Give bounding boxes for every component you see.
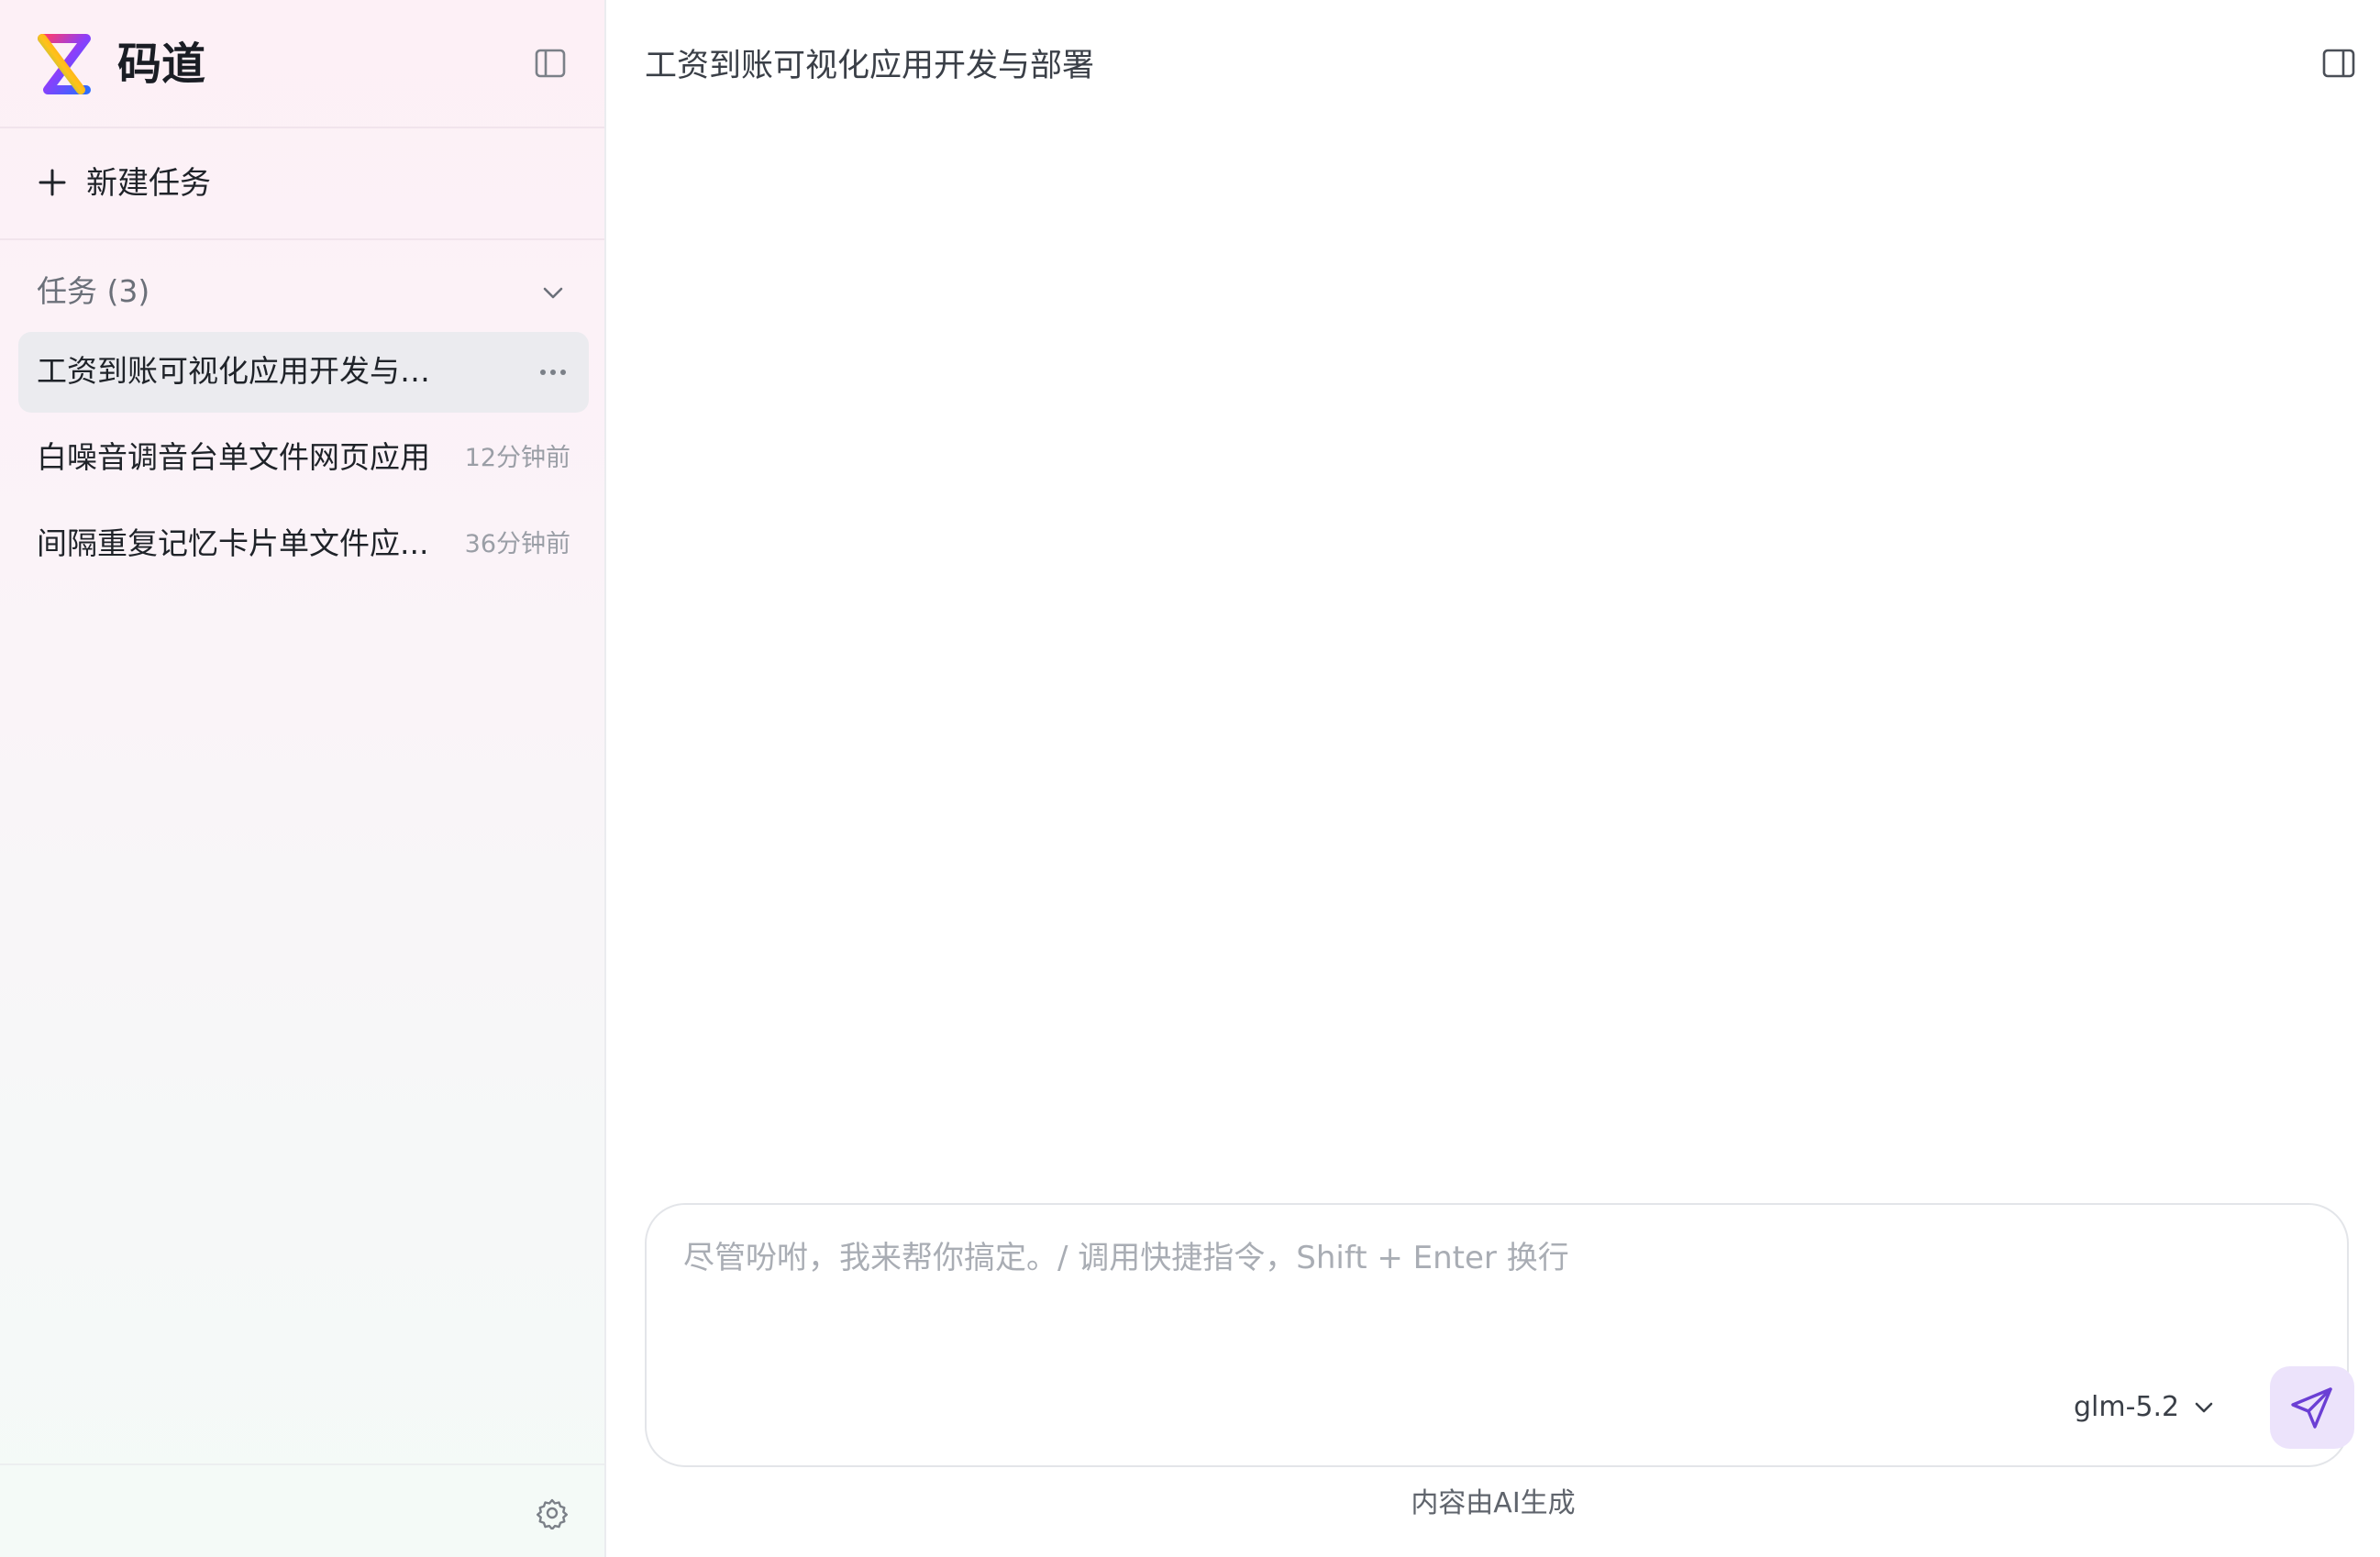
model-selector[interactable]: glm-5.2: [2074, 1383, 2216, 1432]
task-timestamp: 36分钟前: [464, 530, 570, 558]
chevron-down-icon: [543, 287, 563, 299]
send-icon: [2291, 1387, 2332, 1429]
chat-composer: glm-5.2: [645, 1203, 2354, 1467]
brand-name: 码道: [117, 39, 206, 90]
task-list: 工资到账可视化应用开发与部署 白噪音调音台单文件网页应用 12分钟前 间隔重复记…: [18, 332, 589, 591]
app-window: 码道 新建任务 任务 (3) 工资到账可视化应用开发与部署 白噪音调音台单文件网…: [0, 0, 2380, 1557]
sidebar: 码道 新建任务 任务 (3) 工资到账可视化应用开发与部署 白噪音调音台单文件网…: [0, 0, 606, 1557]
task-title: 间隔重复记忆卡片单文件应...: [37, 525, 429, 561]
plus-icon: [39, 169, 66, 196]
sidebar-footer: [0, 1463, 604, 1557]
send-button[interactable]: [2270, 1366, 2354, 1449]
model-selector-label: glm-5.2: [2074, 1391, 2180, 1423]
gear-icon[interactable]: [536, 1496, 569, 1529]
more-horizontal-icon[interactable]: [539, 363, 567, 381]
brand-logo-icon: [38, 34, 91, 94]
right-panel-icon[interactable]: [2321, 47, 2356, 80]
tasks-section-title: 任务 (3): [37, 273, 150, 309]
task-item[interactable]: 工资到账可视化应用开发与部署: [18, 332, 589, 413]
prompt-input[interactable]: [681, 1232, 2314, 1342]
page-title: 工资到账可视化应用开发与部署: [645, 48, 1095, 84]
task-item[interactable]: 间隔重复记忆卡片单文件应... 36分钟前: [18, 504, 589, 585]
task-timestamp: 12分钟前: [464, 444, 570, 472]
new-task-button[interactable]: 新建任务: [0, 128, 604, 240]
task-item[interactable]: 白噪音调音台单文件网页应用 12分钟前: [18, 418, 589, 499]
tasks-section-header[interactable]: 任务 (3): [0, 264, 604, 319]
new-task-label: 新建任务: [86, 165, 211, 202]
task-title: 白噪音调音台单文件网页应用: [37, 439, 430, 475]
task-title: 工资到账可视化应用开发与部署: [37, 353, 459, 389]
chevron-down-icon: [2195, 1402, 2213, 1413]
ai-disclaimer: 内容由AI生成: [1411, 1487, 1576, 1519]
sidebar-toggle-icon[interactable]: [534, 47, 567, 80]
brand-header: 码道: [0, 0, 604, 128]
main-panel: 工资到账可视化应用开发与部署 glm-5.2 内容由AI生成: [606, 0, 2380, 1557]
